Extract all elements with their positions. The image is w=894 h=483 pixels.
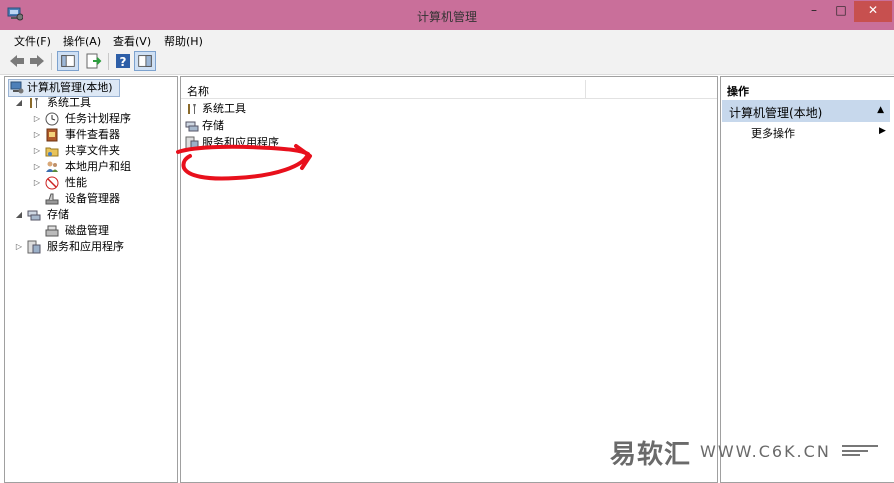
- menu-action[interactable]: 操作(A): [63, 33, 101, 49]
- expand-arrow-icon[interactable]: ▷: [15, 239, 23, 255]
- help-icon[interactable]: ?: [114, 52, 132, 70]
- services-icon: [27, 240, 41, 254]
- watermark: 易软汇 WWW.C6K.CN: [606, 432, 894, 470]
- collapse-up-icon[interactable]: ▲: [877, 105, 884, 115]
- event-viewer-icon: [46, 128, 58, 142]
- tree-root-label: 计算机管理(本地): [27, 81, 113, 94]
- back-icon[interactable]: [8, 52, 26, 70]
- list-item-label: 系统工具: [202, 102, 246, 115]
- tree-label: 存储: [47, 208, 69, 221]
- expand-arrow-icon[interactable]: ▷: [33, 127, 41, 143]
- column-header-name[interactable]: 名称: [187, 83, 209, 99]
- submenu-arrow-icon: ▶: [879, 126, 886, 136]
- tree-label: 性能: [65, 176, 87, 189]
- performance-icon: [45, 176, 59, 190]
- collapse-arrow-icon[interactable]: ◢: [15, 207, 23, 223]
- list-item-label: 存储: [202, 119, 224, 132]
- export-list-icon[interactable]: [85, 52, 103, 70]
- menu-file[interactable]: 文件(F): [14, 33, 51, 49]
- svg-text:?: ?: [120, 55, 127, 69]
- tree-label: 事件查看器: [65, 128, 120, 141]
- device-manager-icon: [45, 193, 59, 205]
- action-pane-icon[interactable]: [134, 51, 156, 71]
- disk-icon: [45, 225, 59, 237]
- results-pane[interactable]: 名称 系统工具 存储 服务和应用程序: [180, 76, 718, 483]
- list-header: 名称: [181, 80, 717, 99]
- more-actions-item[interactable]: 更多操作: [751, 125, 795, 141]
- shared-folder-icon: [45, 147, 59, 157]
- storage-icon: [185, 121, 199, 132]
- expand-arrow-icon[interactable]: ▷: [33, 111, 41, 127]
- tools-icon: [188, 104, 196, 114]
- collapse-arrow-icon[interactable]: ◢: [15, 95, 23, 111]
- tree-label: 任务计划程序: [65, 112, 131, 125]
- tree-label: 共享文件夹: [65, 144, 120, 157]
- storage-icon: [27, 210, 41, 221]
- actions-section-label: 计算机管理(本地): [729, 106, 823, 120]
- minimize-icon: –: [811, 3, 817, 17]
- computer-management-icon: [10, 81, 24, 94]
- users-icon: [46, 161, 58, 172]
- maximize-button[interactable]: □: [828, 1, 854, 22]
- expand-arrow-icon[interactable]: ▷: [33, 143, 41, 159]
- console-tree-pane[interactable]: 计算机管理(本地) ◢ 系统工具 ▷ 任务计划程序 ▷ 事件查看器 ▷ 共享文件…: [4, 76, 178, 483]
- show-hide-tree-icon[interactable]: [57, 51, 79, 71]
- tree-label: 磁盘管理: [65, 224, 109, 237]
- close-button[interactable]: ✕: [854, 1, 892, 22]
- column-divider[interactable]: [585, 80, 586, 98]
- maximize-icon: □: [835, 3, 847, 17]
- actions-section-computer-management[interactable]: 计算机管理(本地) ▲: [722, 100, 890, 122]
- menu-bar: 文件(F) 操作(A) 查看(V) 帮助(H): [0, 30, 894, 49]
- expand-arrow-icon[interactable]: ▷: [33, 175, 41, 191]
- toolbar-separator: [51, 53, 52, 70]
- tree-label: 本地用户和组: [65, 160, 131, 173]
- window-title: 计算机管理: [416, 10, 477, 24]
- menu-help[interactable]: 帮助(H): [164, 33, 203, 49]
- expand-arrow-icon[interactable]: ▷: [33, 159, 41, 175]
- minimize-button[interactable]: –: [800, 1, 828, 22]
- watermark-url: WWW.C6K.CN: [700, 442, 831, 461]
- actions-header: 操作: [721, 80, 893, 98]
- toolbar: ?: [0, 49, 894, 75]
- tree-label: 服务和应用程序: [47, 240, 124, 253]
- watermark-brand: 易软汇: [610, 440, 692, 470]
- toolbar-separator: [108, 53, 109, 70]
- menu-view[interactable]: 查看(V): [113, 33, 151, 49]
- title-bar[interactable]: 计算机管理 – □ ✕: [0, 0, 894, 30]
- close-icon: ✕: [867, 3, 879, 17]
- red-annotation-arrow: [176, 144, 312, 181]
- watermark-lines-icon: [842, 445, 878, 456]
- clock-icon: [45, 112, 59, 126]
- tools-icon: [30, 98, 38, 108]
- actions-header-label: 操作: [727, 85, 749, 98]
- tree-label: 系统工具: [47, 96, 91, 109]
- tree-label: 设备管理器: [65, 192, 120, 205]
- actions-pane[interactable]: 操作 计算机管理(本地) ▲ 更多操作 ▶: [720, 76, 894, 483]
- forward-icon[interactable]: [28, 52, 46, 70]
